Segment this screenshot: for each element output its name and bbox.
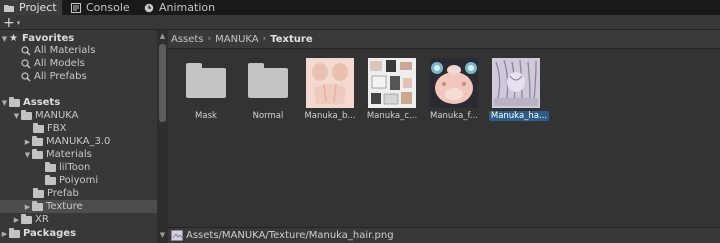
window-tab-bar: Project Console Animation	[0, 0, 720, 15]
folder-icon	[45, 161, 56, 172]
add-asset-button[interactable]: + ▾	[3, 14, 25, 31]
texture-thumbnail	[306, 58, 354, 108]
tree-item-manuka-3[interactable]: ▶ MANUKA_3.0	[0, 135, 157, 148]
tab-console[interactable]: Console	[68, 0, 134, 15]
breadcrumb-item[interactable]: Assets	[171, 34, 204, 45]
favorite-item-label: All Prefabs	[34, 71, 87, 82]
asset-folder-normal[interactable]: Normal	[238, 58, 298, 124]
texture-thumbnail	[430, 58, 478, 108]
tree-assets[interactable]: ▼ Assets	[0, 96, 157, 109]
folder-icon	[9, 96, 20, 107]
tree-item-label: MANUKA_3.0	[46, 136, 111, 147]
tree-favorites-label: Favorites	[22, 33, 75, 44]
scroll-thumb[interactable]	[159, 44, 166, 122]
folder-icon	[45, 174, 56, 185]
favorite-item[interactable]: All Materials	[0, 44, 157, 57]
project-toolbar: + ▾	[0, 14, 720, 31]
favorite-item-label: All Materials	[34, 45, 96, 56]
scroll-down-icon[interactable]: ▼	[158, 231, 167, 239]
tree-packages-label: Packages	[23, 228, 77, 239]
texture-thumbnail	[492, 58, 540, 108]
asset-texture-face[interactable]: Manuka_f...	[424, 58, 484, 124]
asset-texture-hair[interactable]: Manuka_ha...	[486, 58, 549, 124]
folder-icon	[21, 109, 32, 120]
folder-icon	[32, 135, 43, 146]
tree-item-materials[interactable]: ▼ Materials	[0, 148, 157, 161]
tree-assets-label: Assets	[23, 97, 61, 108]
tree-item-manuka[interactable]: ▼ MANUKA	[0, 109, 157, 122]
tree-item-label: XR	[35, 214, 49, 225]
tree-item-label: Texture	[46, 201, 83, 212]
expand-arrow-icon[interactable]: ▶	[23, 138, 32, 146]
breadcrumb: Assets › MANUKA › Texture	[168, 30, 720, 49]
favorite-item[interactable]: All Models	[0, 57, 157, 70]
image-file-icon	[171, 230, 183, 241]
expand-arrow-icon[interactable]: ▼	[12, 112, 21, 120]
tree-item-label: lilToon	[59, 162, 91, 173]
folder-icon	[32, 200, 43, 211]
breadcrumb-current[interactable]: Texture	[270, 34, 312, 45]
tree-item-label: FBX	[47, 123, 67, 134]
asset-folder-mask[interactable]: Mask	[176, 58, 236, 124]
asset-label: Manuka_c...	[366, 111, 418, 121]
favorite-item[interactable]: All Prefabs	[0, 70, 157, 83]
star-icon: ★	[9, 33, 18, 44]
asset-label: Manuka_ha...	[489, 111, 549, 121]
folder-icon	[9, 227, 20, 238]
asset-label: Manuka_b...	[304, 111, 356, 121]
tree-item-texture[interactable]: ▶ Texture	[0, 200, 157, 213]
folder-icon	[33, 187, 44, 198]
tree-item-xr[interactable]: ▶ XR	[0, 213, 157, 226]
expand-arrow-icon[interactable]: ▼	[23, 151, 32, 159]
asset-texture-body[interactable]: Manuka_b...	[300, 58, 360, 124]
folder-icon	[244, 58, 292, 108]
tree-item-liltoon[interactable]: lilToon	[0, 161, 157, 174]
tree-item-label: MANUKA	[35, 110, 79, 121]
tab-animation-label: Animation	[159, 1, 216, 14]
tree-scrollbar[interactable]: ▲ ▼	[157, 30, 168, 243]
texture-thumbnail	[368, 58, 416, 108]
expand-arrow-icon[interactable]: ▼	[0, 35, 9, 43]
asset-texture-clothes[interactable]: Manuka_c...	[362, 58, 422, 124]
tab-console-label: Console	[86, 1, 130, 14]
status-bar: Assets/MANUKA/Texture/Manuka_hair.png	[168, 227, 720, 243]
plus-icon: +	[3, 14, 15, 31]
folder-icon	[182, 58, 230, 108]
animation-clock-icon	[144, 3, 154, 12]
tab-animation[interactable]: Animation	[142, 0, 222, 15]
tab-project-label: Project	[19, 1, 57, 14]
favorite-item-label: All Models	[34, 58, 85, 69]
folder-icon	[33, 122, 44, 133]
tree-item-fbx[interactable]: FBX	[0, 122, 157, 135]
expand-arrow-icon[interactable]: ▼	[0, 99, 9, 107]
asset-label: Normal	[252, 111, 284, 121]
tree-item-poiyomi[interactable]: Poiyomi	[0, 174, 157, 187]
expand-arrow-icon[interactable]: ▶	[23, 203, 32, 211]
tree-item-label: Poiyomi	[59, 175, 99, 186]
status-path: Assets/MANUKA/Texture/Manuka_hair.png	[186, 230, 394, 241]
tree-item-label: Materials	[46, 149, 92, 160]
tab-project[interactable]: Project	[0, 0, 62, 15]
asset-browser: Assets › MANUKA › Texture Mask Normal Ma…	[168, 30, 720, 243]
asset-label: Mask	[195, 111, 217, 121]
scroll-up-icon[interactable]: ▲	[158, 32, 167, 40]
folder-icon	[4, 4, 14, 12]
asset-label: Manuka_f...	[429, 111, 479, 121]
folder-icon	[21, 213, 32, 224]
folder-tree: ▼ ★ Favorites All Materials All Models A…	[0, 30, 157, 243]
breadcrumb-separator: ›	[207, 34, 212, 44]
tree-item-prefab[interactable]: Prefab	[0, 187, 157, 200]
search-icon	[21, 71, 31, 81]
console-icon	[71, 2, 81, 13]
breadcrumb-separator: ›	[262, 34, 267, 44]
tree-item-label: Prefab	[47, 188, 79, 199]
tree-packages[interactable]: ▶ Packages	[0, 227, 157, 240]
chevron-down-icon: ▾	[16, 18, 21, 27]
search-icon	[21, 45, 31, 55]
expand-arrow-icon[interactable]: ▶	[12, 216, 21, 224]
expand-arrow-icon[interactable]: ▶	[0, 230, 9, 238]
breadcrumb-item[interactable]: MANUKA	[215, 34, 259, 45]
search-icon	[21, 58, 31, 68]
folder-icon	[32, 148, 43, 159]
